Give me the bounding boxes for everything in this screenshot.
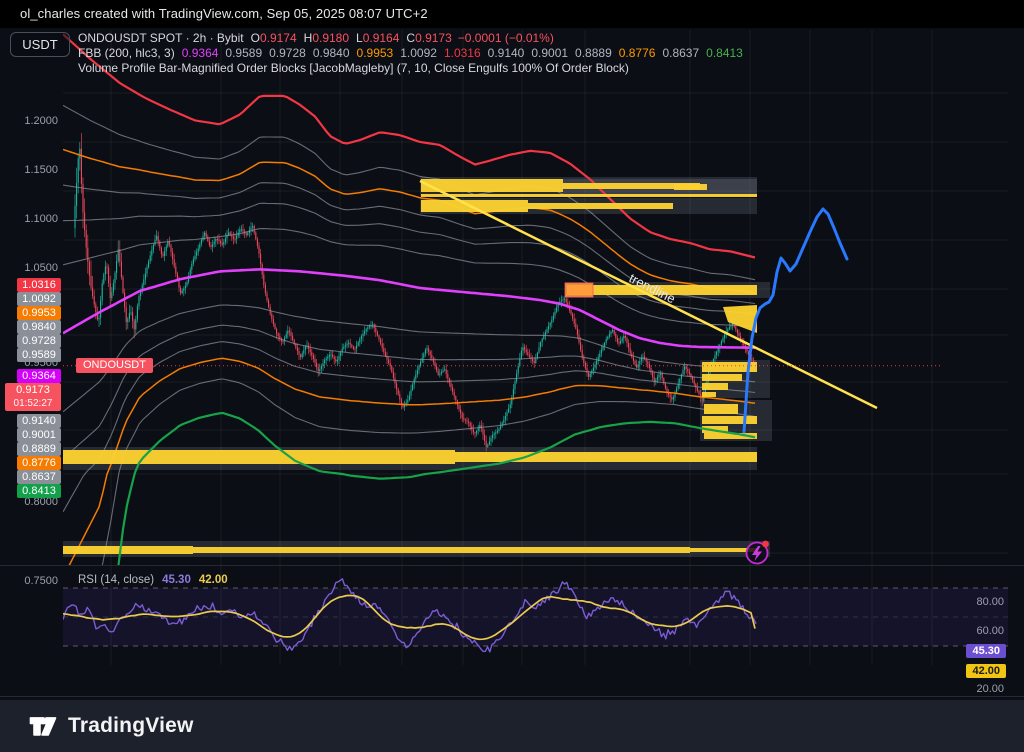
ohlc-label: O (251, 31, 260, 45)
fbb-band-value: 1.0316 (444, 46, 481, 60)
fbb-band-value: 0.8776 (619, 46, 656, 60)
price-tick: 0.7500 (24, 575, 58, 587)
ohlc-value: 0.9173 (415, 31, 452, 45)
price-band-badge: 0.9589 (17, 348, 61, 362)
price-band-badge: 0.9953 (17, 306, 61, 320)
fbb-band-value: 0.9364 (182, 46, 219, 60)
price-tick: 1.0500 (24, 262, 58, 274)
fbb-band-value: 0.9140 (488, 46, 525, 60)
price-band-badge: 0.9364 (17, 369, 61, 383)
currency-toggle-button[interactable]: USDT (10, 32, 70, 57)
price-tick: 1.1500 (24, 164, 58, 176)
rsi-ma-value: 42.00 (199, 574, 228, 586)
current-price-value: 0.9173 (7, 384, 59, 397)
rsi-label[interactable]: RSI (14, close) (78, 574, 154, 586)
symbol-title[interactable]: ONDOUSDT SPOT · 2h · Bybit (78, 31, 244, 45)
price-tick: 1.1000 (24, 213, 58, 225)
fbb-band-value: 0.8889 (575, 46, 612, 60)
order-block-bars (63, 179, 757, 554)
price-tick: 1.2000 (24, 115, 58, 127)
price-band-badge: 1.0316 (17, 278, 61, 292)
tradingview-snapshot: ol_charles created with TradingView.com,… (0, 0, 1024, 752)
ohlc-label: H (304, 31, 313, 45)
footer-bar: TradingView (0, 700, 1024, 752)
price-band-badge: 0.9728 (17, 334, 61, 348)
fbb-band-value: 0.8637 (662, 46, 699, 60)
ohlc-label: C (406, 31, 415, 45)
rsi-tick: 80.00 (976, 596, 1004, 608)
current-price-badge: 0.917301:52:27 (5, 383, 61, 411)
price-band-badge: 1.0092 (17, 292, 61, 306)
legend-symbol-row[interactable]: ONDOUSDT SPOT · 2h · Bybit O0.9174 H0.9180… (78, 31, 743, 46)
tradingview-logo-icon (27, 710, 59, 742)
rsi-value-badge: 45.30 (966, 644, 1006, 658)
price-band-badge: 0.9001 (17, 428, 61, 442)
price-band-badge: 0.8776 (17, 456, 61, 470)
chart-legend: ONDOUSDT SPOT · 2h · Bybit O0.9174 H0.9180… (78, 31, 743, 76)
symbol-price-tag: ONDOUSDT (76, 358, 153, 373)
gridlines (63, 30, 1008, 665)
price-tick: 0.8000 (24, 496, 58, 508)
price-band-badge: 0.8889 (17, 442, 61, 456)
rsi-value: 45.30 (162, 574, 191, 586)
fbb-values: 0.9364 0.9589 0.9728 0.9840 0.9953 1.0092 1.03… (175, 46, 743, 60)
price-band-badge: 0.9840 (17, 320, 61, 334)
chart-region[interactable]: trendline USDT ONDOUSDT SPOT · 2h · Bybi… (0, 28, 1024, 700)
rsi-legend[interactable]: RSI (14, close) 45.30 42.00 (78, 574, 228, 586)
fbb-indicator-label[interactable]: FBB (200, hlc3, 3) (78, 46, 175, 60)
legend-volume-profile-row[interactable]: Volume Profile Bar-Magnified Order Block… (78, 61, 743, 76)
ohlc-values: O0.9174 H0.9180 L0.9164 C0.9173 (244, 31, 452, 45)
bar-countdown: 01:52:27 (7, 397, 59, 410)
ohlc-value: 0.9180 (312, 31, 349, 45)
fbb-band-value: 0.9728 (269, 46, 306, 60)
fbb-band-value: 0.9953 (357, 46, 394, 60)
brand-name: TradingView (68, 714, 194, 738)
fbb-band-value: 0.9589 (225, 46, 262, 60)
chart-canvas[interactable]: trendline (0, 28, 1024, 700)
price-band-badge: 0.9140 (17, 414, 61, 428)
change-value: −0.0001 (−0.01%) (458, 31, 554, 45)
rsi-axis[interactable]: 80.00 60.00 20.00 45.30 42.00 (940, 56, 1024, 696)
price-axis[interactable]: 1.20001.15001.10001.05000.95000.80000.75… (0, 56, 62, 696)
ohlc-value: 0.9174 (260, 31, 297, 45)
volume-profile-label[interactable]: Volume Profile Bar-Magnified Order Block… (78, 61, 629, 75)
attribution-text: ol_charles created with TradingView.com,… (20, 6, 428, 21)
fbb-band-value: 1.0092 (400, 46, 437, 60)
price-band-badge: 0.8637 (17, 470, 61, 484)
ohlc-label: L (356, 31, 363, 45)
fbb-band-value: 0.9840 (313, 46, 350, 60)
projection-path-drawing (744, 209, 847, 432)
fbb-band-value: 0.8413 (706, 46, 743, 60)
ohlc-value: 0.9164 (363, 31, 400, 45)
rsi-tick: 20.00 (976, 683, 1004, 695)
fbb-band-value: 0.9001 (531, 46, 568, 60)
rsi-value-badge: 42.00 (966, 664, 1006, 678)
price-band-badge: 0.8413 (17, 484, 61, 498)
rsi-tick: 60.00 (976, 625, 1004, 637)
rsi-backdrop (63, 588, 1008, 646)
legend-fbb-row[interactable]: FBB (200, hlc3, 3) 0.9364 0.9589 0.9728 0.98… (78, 46, 743, 61)
